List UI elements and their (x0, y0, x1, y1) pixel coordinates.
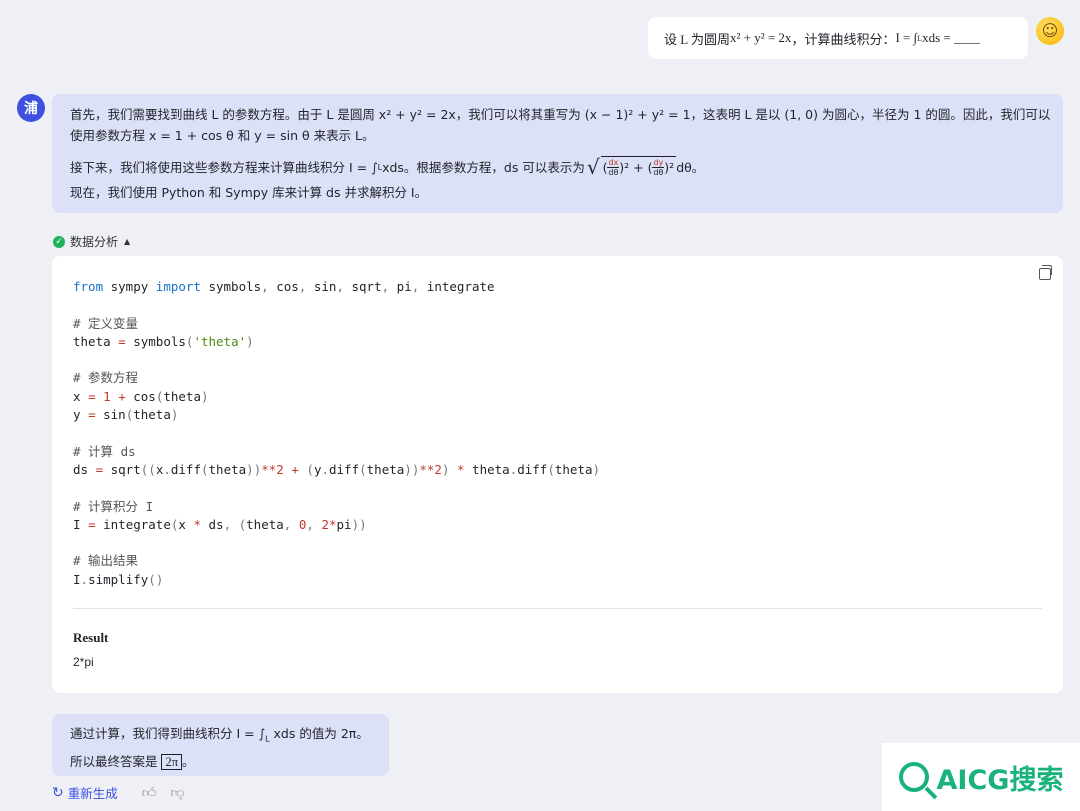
user-avatar-icon: ☺ (1036, 17, 1064, 45)
user-message-row: 设 L 为圆周 x² + y² = 2x ，计算曲线积分： I = ∫ L xds… (648, 17, 1064, 59)
assistant-paragraph-1-line-2: 使用参数方程 x = 1 + cos θ 和 y = sin θ 来表示 L。 (70, 128, 375, 143)
assistant-p2-text-b: xds。根据参数方程，ds 可以表示为 (382, 159, 585, 175)
code-line: # 计算积分 I (73, 498, 154, 514)
thumbs-up-icon[interactable]: 👍︎ (142, 784, 157, 801)
code-block-card: from sympy import symbols, cos, sin, sqr… (52, 256, 1063, 693)
ds-formula: ( dx dθ )² + ( dy dθ )² (600, 156, 677, 178)
check-circle-icon: ✓ (53, 235, 65, 248)
message-actions: ↻ 重新生成 👍︎ 👎︎ (52, 783, 185, 802)
assistant-p2-tail: dθ。 (676, 159, 705, 175)
data-analysis-label: 数据分析 (70, 235, 119, 249)
dx-dtheta-fraction: dx dθ (607, 158, 620, 177)
code-line: # 参数方程 (73, 370, 139, 386)
thumbs-down-icon[interactable]: 👎︎ (170, 784, 184, 801)
final-line-1-b: xds 的值为 2π。 (269, 726, 369, 741)
code-block: from sympy import symbols, cos, sin, sqr… (73, 278, 600, 589)
dx-numerator: dx (607, 158, 620, 168)
assistant-paragraph-2: 接下来，我们将使用这些参数方程来计算曲线积分 I = ∫ L xds。根据参数方程… (70, 152, 1045, 182)
search-lens-icon (898, 762, 929, 792)
user-message-expr: x² + y² = 2x (729, 30, 792, 45)
code-line: I.simplify() (73, 571, 164, 587)
code-line: from sympy import symbols, cos, sin, sqr… (73, 279, 495, 294)
user-message-bubble: 设 L 为圆周 x² + y² = 2x ，计算曲线积分： I = ∫ L xds… (648, 17, 1028, 59)
dy-denominator: dθ (653, 168, 664, 177)
assistant-paragraph-3: 现在，我们使用 Python 和 Sympy 库来计算 ds 并求解积分 I。 (70, 185, 428, 200)
code-line: theta = symbols('theta') (73, 333, 254, 349)
code-line: # 计算 ds (73, 443, 136, 459)
assistant-paragraph-1-line-1: 首先，我们需要找到曲线 L 的参数方程。由于 L 是圆周 x² + y² = 2… (70, 107, 1051, 122)
assistant-avatar-icon: 浦 (17, 94, 45, 122)
dx-denominator: dθ (608, 168, 619, 177)
final-line-1-a: 通过计算，我们得到曲线积分 I = ∫ (70, 726, 266, 741)
formula-end: )² (664, 160, 675, 175)
final-line-1: 通过计算，我们得到曲线积分 I = ∫L xds 的值为 2π。 (70, 723, 371, 751)
refresh-icon[interactable]: ↻ (52, 785, 64, 801)
code-line: y = sin(theta) (73, 407, 179, 423)
user-message-prefix: 设 L 为圆周 (664, 31, 730, 47)
code-line: # 定义变量 (73, 315, 139, 331)
regenerate-button[interactable]: 重新生成 (68, 783, 118, 802)
result-divider (73, 608, 1042, 609)
dy-numerator: dy (652, 158, 665, 168)
user-message-middle: ，计算曲线积分： (791, 31, 896, 47)
code-line: x = 1 + cos(theta) (73, 388, 209, 404)
user-message-integral: I = ∫ (895, 30, 918, 45)
final-answer-bubble: 通过计算，我们得到曲线积分 I = ∫L xds 的值为 2π。 所以最终答案是… (52, 714, 389, 776)
final-line-2: 所以最终答案是 2π。 (70, 751, 371, 773)
aicg-logo-text: AICG搜索 (936, 764, 1064, 796)
final-line-2-b: 。 (182, 753, 195, 769)
final-boxed-answer: 2π (161, 753, 183, 770)
code-line: # 输出结果 (73, 553, 139, 569)
sqrt-radical-icon: √ (586, 154, 600, 179)
result-label: Result (73, 630, 109, 645)
copy-icon[interactable] (1039, 265, 1052, 280)
user-message-tail: xds = ____ (922, 30, 980, 45)
aicg-logo: AICG搜索 (882, 743, 1080, 811)
formula-middle: )² + ( (619, 160, 653, 175)
final-line-2-a: 所以最终答案是 (70, 753, 162, 769)
assistant-p2-text-a: 接下来，我们将使用这些参数方程来计算曲线积分 I = ∫ (70, 159, 378, 175)
code-line: ds = sqrt((x.diff(theta))**2 + (y.diff(t… (73, 461, 601, 477)
data-analysis-toggle[interactable]: ✓ 数据分析 ▲ (53, 233, 130, 250)
assistant-message-bubble: 首先，我们需要找到曲线 L 的参数方程。由于 L 是圆周 x² + y² = 2… (52, 94, 1063, 213)
result-value: 2*pi (73, 655, 94, 669)
caret-up-icon: ▲ (124, 237, 131, 246)
code-line: I = integrate(x * ds, (theta, 0, 2*pi)) (73, 516, 367, 532)
dy-dtheta-fraction: dy dθ (652, 158, 665, 177)
